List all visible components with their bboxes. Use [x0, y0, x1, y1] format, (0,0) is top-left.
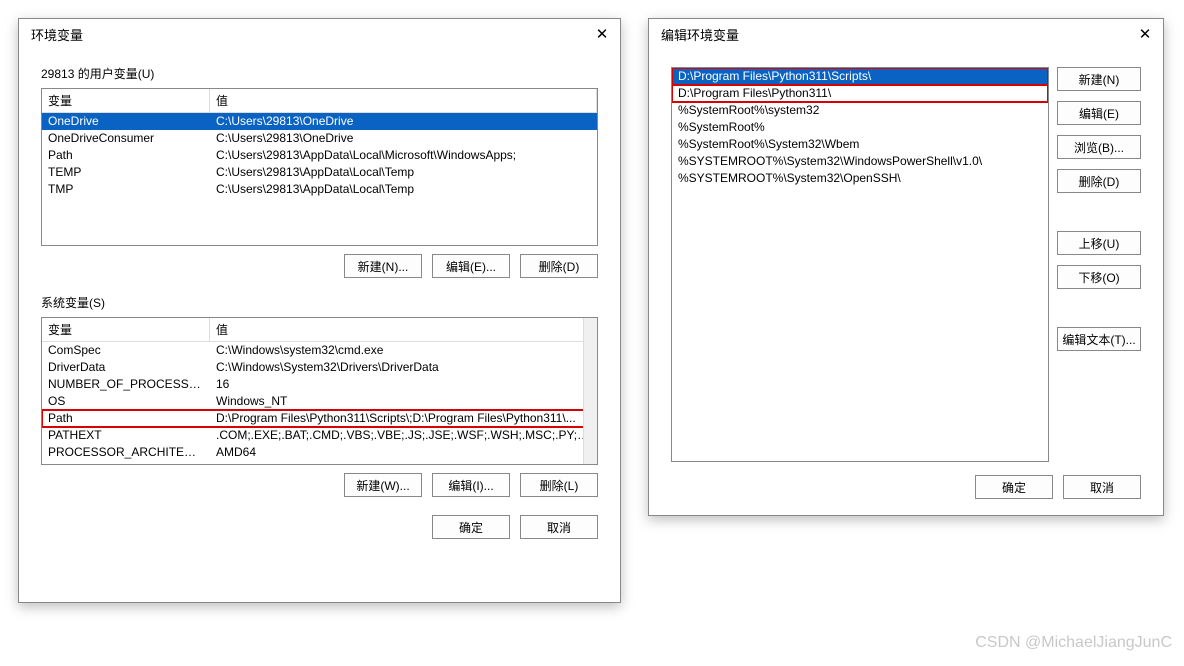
cell-var: DriverData: [42, 359, 210, 376]
new-user-var-button[interactable]: 新建(N)...: [344, 254, 422, 278]
user-btn-row: 新建(N)... 编辑(E)... 删除(D): [19, 254, 598, 278]
cell-var: ComSpec: [42, 342, 210, 359]
close-icon[interactable]: ✕: [592, 25, 612, 43]
del-user-var-button[interactable]: 删除(D): [520, 254, 598, 278]
list-header: 变量 值: [42, 318, 597, 342]
delete-button[interactable]: 删除(D): [1057, 169, 1141, 193]
list-header: 变量 值: [42, 89, 597, 113]
table-row[interactable]: PathC:\Users\29813\AppData\Local\Microso…: [42, 147, 597, 164]
cell-var: Path: [42, 147, 210, 164]
cell-val: C:\Windows\System32\Drivers\DriverData: [210, 359, 597, 376]
cell-var: Path: [42, 410, 210, 427]
table-row[interactable]: DriverDataC:\Windows\System32\Drivers\Dr…: [42, 359, 597, 376]
edit-user-var-button[interactable]: 编辑(E)...: [432, 254, 510, 278]
cell-val: C:\Users\29813\AppData\Local\Temp: [210, 164, 597, 181]
ok-button[interactable]: 确定: [432, 515, 510, 539]
header-val[interactable]: 值: [210, 318, 597, 341]
list-item[interactable]: %SystemRoot%: [672, 119, 1048, 136]
list-item[interactable]: %SystemRoot%\system32: [672, 102, 1048, 119]
header-var[interactable]: 变量: [42, 89, 210, 112]
cell-val: C:\Users\29813\AppData\Local\Microsoft\W…: [210, 147, 597, 164]
sys-vars-list[interactable]: 变量 值 ComSpecC:\Windows\system32\cmd.exeD…: [41, 317, 598, 465]
sys-btn-row: 新建(W)... 编辑(I)... 删除(L): [19, 473, 598, 497]
header-val[interactable]: 值: [210, 89, 597, 112]
cell-val: AMD64: [210, 444, 597, 461]
header-var[interactable]: 变量: [42, 318, 210, 341]
titlebar: 环境变量 ✕: [19, 19, 620, 49]
user-vars-label: 29813 的用户变量(U): [41, 65, 620, 82]
side-buttons: 新建(N) 编辑(E) 浏览(B)... 删除(D) 上移(U) 下移(O) 编…: [1057, 67, 1141, 351]
list-item[interactable]: %SystemRoot%\System32\Wbem: [672, 136, 1048, 153]
table-row[interactable]: OneDriveC:\Users\29813\OneDrive: [42, 113, 597, 130]
cell-val: .COM;.EXE;.BAT;.CMD;.VBS;.VBE;.JS;.JSE;.…: [210, 427, 597, 444]
cell-val: Windows_NT: [210, 393, 597, 410]
sys-vars-label: 系统变量(S): [41, 294, 620, 311]
watermark: CSDN @MichaelJiangJunC: [975, 634, 1172, 652]
close-icon[interactable]: ✕: [1135, 25, 1155, 43]
edit-text-button[interactable]: 编辑文本(T)...: [1057, 327, 1141, 351]
titlebar: 编辑环境变量 ✕: [649, 19, 1163, 49]
cell-var: PATHEXT: [42, 427, 210, 444]
table-row[interactable]: OneDriveConsumerC:\Users\29813\OneDrive: [42, 130, 597, 147]
cell-val: C:\Users\29813\OneDrive: [210, 130, 597, 147]
new-sys-var-button[interactable]: 新建(W)...: [344, 473, 422, 497]
dialog-btn-row: 确定 取消: [19, 515, 598, 539]
dialog-title: 环境变量: [31, 25, 83, 44]
cell-val: AMD64 Family 25 Model 68 Stepping 1, Aut…: [210, 461, 597, 465]
cell-var: TEMP: [42, 164, 210, 181]
table-row[interactable]: PROCESSOR_ARCHITECTUREAMD64: [42, 444, 597, 461]
table-row[interactable]: PathD:\Program Files\Python311\Scripts\;…: [42, 410, 597, 427]
cell-var: PROCESSOR_IDENTIFIER: [42, 461, 210, 465]
cell-var: OneDriveConsumer: [42, 130, 210, 147]
table-row[interactable]: TEMPC:\Users\29813\AppData\Local\Temp: [42, 164, 597, 181]
del-sys-var-button[interactable]: 删除(L): [520, 473, 598, 497]
scrollbar[interactable]: [583, 318, 597, 464]
browse-button[interactable]: 浏览(B)...: [1057, 135, 1141, 159]
dialog-btn-row: 确定 取消: [975, 475, 1141, 499]
ok-button[interactable]: 确定: [975, 475, 1053, 499]
cancel-button[interactable]: 取消: [1063, 475, 1141, 499]
cell-val: D:\Program Files\Python311\Scripts\;D:\P…: [210, 410, 597, 427]
cell-var: OneDrive: [42, 113, 210, 130]
table-row[interactable]: OSWindows_NT: [42, 393, 597, 410]
list-item[interactable]: D:\Program Files\Python311\Scripts\: [672, 68, 1048, 85]
cell-var: NUMBER_OF_PROCESSORS: [42, 376, 210, 393]
path-list[interactable]: D:\Program Files\Python311\Scripts\D:\Pr…: [671, 67, 1049, 462]
cell-val: C:\Users\29813\OneDrive: [210, 113, 597, 130]
edit-sys-var-button[interactable]: 编辑(I)...: [432, 473, 510, 497]
edit-env-var-dialog: 编辑环境变量 ✕ D:\Program Files\Python311\Scri…: [648, 18, 1164, 516]
table-row[interactable]: PATHEXT.COM;.EXE;.BAT;.CMD;.VBS;.VBE;.JS…: [42, 427, 597, 444]
table-row[interactable]: PROCESSOR_IDENTIFIERAMD64 Family 25 Mode…: [42, 461, 597, 465]
cell-val: C:\Windows\system32\cmd.exe: [210, 342, 597, 359]
table-row[interactable]: ComSpecC:\Windows\system32\cmd.exe: [42, 342, 597, 359]
dialog-title: 编辑环境变量: [661, 25, 739, 44]
cell-var: TMP: [42, 181, 210, 198]
edit-button[interactable]: 编辑(E): [1057, 101, 1141, 125]
list-item[interactable]: D:\Program Files\Python311\: [672, 85, 1048, 102]
cell-var: OS: [42, 393, 210, 410]
user-vars-list[interactable]: 变量 值 OneDriveC:\Users\29813\OneDriveOneD…: [41, 88, 598, 246]
move-up-button[interactable]: 上移(U): [1057, 231, 1141, 255]
list-item[interactable]: %SYSTEMROOT%\System32\WindowsPowerShell\…: [672, 153, 1048, 170]
cell-val: C:\Users\29813\AppData\Local\Temp: [210, 181, 597, 198]
env-vars-dialog: 环境变量 ✕ 29813 的用户变量(U) 变量 值 OneDriveC:\Us…: [18, 18, 621, 603]
new-button[interactable]: 新建(N): [1057, 67, 1141, 91]
cell-val: 16: [210, 376, 597, 393]
table-row[interactable]: NUMBER_OF_PROCESSORS16: [42, 376, 597, 393]
table-row[interactable]: TMPC:\Users\29813\AppData\Local\Temp: [42, 181, 597, 198]
move-down-button[interactable]: 下移(O): [1057, 265, 1141, 289]
cell-var: PROCESSOR_ARCHITECTURE: [42, 444, 210, 461]
list-item[interactable]: %SYSTEMROOT%\System32\OpenSSH\: [672, 170, 1048, 187]
cancel-button[interactable]: 取消: [520, 515, 598, 539]
